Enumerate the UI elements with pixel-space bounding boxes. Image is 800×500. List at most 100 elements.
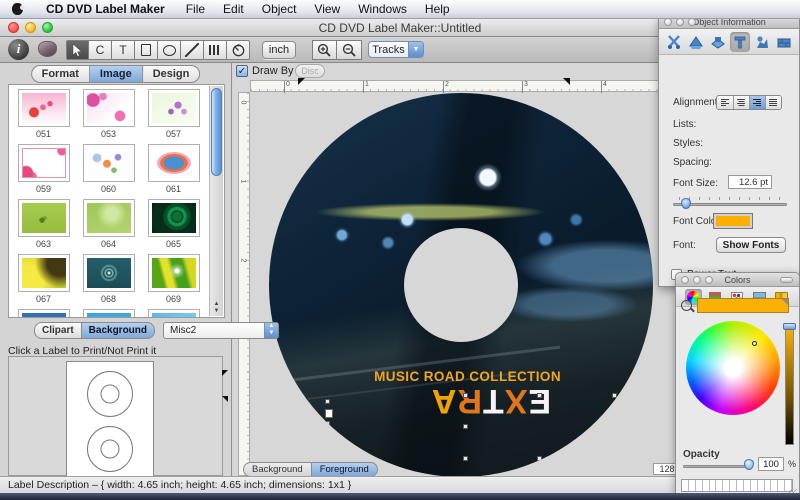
- align-left-button[interactable]: [717, 96, 733, 109]
- align-right-button[interactable]: [749, 96, 765, 109]
- menu-object[interactable]: Object: [253, 0, 306, 18]
- menu-file[interactable]: File: [177, 0, 214, 18]
- ruler-marker-right[interactable]: [563, 78, 570, 85]
- anchor-box[interactable]: [325, 409, 333, 418]
- thumbnail-item[interactable]: 064: [79, 199, 139, 254]
- layer-tab-foreground[interactable]: Foreground: [312, 462, 378, 476]
- opacity-slider[interactable]: [683, 465, 751, 468]
- wall-tool-icon[interactable]: [774, 32, 794, 52]
- panel-close-button[interactable]: [681, 276, 689, 284]
- tab-design[interactable]: Design: [143, 65, 201, 83]
- thumbnail-image-053[interactable]: [83, 89, 135, 127]
- thumbnail-image-067[interactable]: [18, 254, 70, 292]
- thumbnail-item[interactable]: 063: [14, 199, 74, 254]
- scrollbar-arrows[interactable]: ▲▼: [210, 301, 223, 315]
- label-disc-bottom[interactable]: [87, 426, 133, 472]
- thumbnail-image-061[interactable]: [148, 144, 200, 182]
- thumbnail-image-063[interactable]: [18, 199, 70, 237]
- menu-view[interactable]: View: [305, 0, 349, 18]
- close-button[interactable]: [8, 22, 19, 33]
- menu-edit[interactable]: Edit: [214, 0, 253, 18]
- thumbnail-image-060[interactable]: [83, 144, 135, 182]
- minimize-button[interactable]: [25, 22, 36, 33]
- info-icon[interactable]: i: [8, 39, 29, 60]
- cut-tool-icon[interactable]: [664, 32, 684, 52]
- disc-button[interactable]: Disc: [295, 64, 325, 78]
- font-size-field[interactable]: 12.6 pt: [728, 175, 772, 189]
- barcode-tool-button[interactable]: [204, 40, 227, 60]
- toolbar-toggle-button[interactable]: [780, 277, 793, 283]
- line-tool-button[interactable]: [181, 40, 204, 60]
- brightness-slider[interactable]: [785, 323, 794, 445]
- panel-title-bar[interactable]: Colors: [676, 273, 799, 287]
- current-color-bar[interactable]: [697, 298, 789, 313]
- thumbnail-item[interactable]: 060: [79, 144, 139, 199]
- effects-tool-icon[interactable]: [752, 32, 772, 52]
- thumbnail-image-051[interactable]: [18, 89, 70, 127]
- object-tool-icon[interactable]: [686, 32, 706, 52]
- tab-format[interactable]: Format: [31, 65, 90, 83]
- thumbnail-image-059[interactable]: [18, 144, 70, 182]
- align-center-button[interactable]: [733, 96, 749, 109]
- thumbnail-item[interactable]: 065: [144, 199, 204, 254]
- scrollbar-thumb[interactable]: [211, 88, 222, 176]
- label-sheet[interactable]: [66, 361, 154, 479]
- thumbnail-image-057[interactable]: [148, 89, 200, 127]
- panel-close-button[interactable]: [664, 18, 672, 26]
- thumbnail-image-069[interactable]: [148, 254, 200, 292]
- panel-minimize-button[interactable]: [693, 276, 701, 284]
- magnifier-icon[interactable]: [681, 300, 692, 311]
- zoom-window-button[interactable]: [42, 22, 53, 33]
- thumbnail-item[interactable]: 069: [144, 254, 204, 309]
- menu-windows[interactable]: Windows: [349, 0, 416, 18]
- thumbnail-item[interactable]: 068: [79, 254, 139, 309]
- color-wheel[interactable]: [686, 321, 780, 415]
- thumbnail-item[interactable]: 067: [14, 254, 74, 309]
- show-fonts-button[interactable]: Show Fonts: [716, 237, 786, 253]
- thumbnail-image[interactable]: [83, 309, 135, 318]
- zoom-out-button[interactable]: [337, 40, 362, 60]
- thumbnail-item[interactable]: [79, 309, 139, 318]
- thumbnail-image[interactable]: [18, 309, 70, 318]
- rectangle-tool-button[interactable]: [135, 40, 158, 60]
- font-size-slider[interactable]: [673, 197, 787, 207]
- thumbnail-image-065[interactable]: [148, 199, 200, 237]
- align-justify-button[interactable]: [765, 96, 781, 109]
- font-color-swatch[interactable]: [713, 213, 753, 229]
- thumbnail-image[interactable]: [148, 309, 200, 318]
- menu-help[interactable]: Help: [416, 0, 459, 18]
- color-swatch-strip[interactable]: [681, 479, 793, 492]
- theme-mask-icon[interactable]: [38, 41, 57, 57]
- selection-handle[interactable]: [325, 421, 330, 426]
- thumbnail-item[interactable]: [14, 309, 74, 318]
- tab-image[interactable]: Image: [90, 65, 143, 83]
- page-tool-icon[interactable]: [708, 32, 728, 52]
- brightness-slider-knob[interactable]: [783, 323, 796, 330]
- opacity-value-field[interactable]: 100: [758, 457, 784, 471]
- panel-zoom-button[interactable]: [688, 18, 696, 26]
- text-tool-button[interactable]: T: [112, 40, 135, 60]
- background-button[interactable]: Background: [82, 322, 155, 339]
- selection-handle[interactable]: [612, 456, 617, 461]
- thumbnail-image-064[interactable]: [83, 199, 135, 237]
- apple-menu-icon[interactable]: [12, 3, 23, 15]
- selection-handle[interactable]: [314, 429, 319, 434]
- ruler-marker-left[interactable]: [298, 78, 305, 85]
- panel-minimize-button[interactable]: [676, 18, 684, 26]
- slider-knob[interactable]: [681, 198, 691, 209]
- thumbnail-image-068[interactable]: [83, 254, 135, 292]
- collection-select[interactable]: Misc2 ▲▼: [163, 322, 279, 339]
- selection-handle[interactable]: [463, 424, 468, 429]
- clipart-button[interactable]: Clipart: [34, 322, 82, 339]
- layer-tab-background[interactable]: Background: [243, 462, 312, 476]
- color-wheel-selector[interactable]: [752, 341, 757, 346]
- thumbnail-item[interactable]: 051: [14, 89, 74, 144]
- thumbnail-item[interactable]: 059: [14, 144, 74, 199]
- unit-inch-button[interactable]: inch: [262, 41, 296, 59]
- thumbnail-item[interactable]: [144, 309, 204, 318]
- selection-handle[interactable]: [612, 424, 617, 429]
- arc-text-tool-button[interactable]: C: [89, 40, 112, 60]
- text-format-icon[interactable]: [730, 32, 750, 52]
- opacity-slider-knob[interactable]: [744, 459, 754, 470]
- dial-tool-button[interactable]: [227, 40, 250, 60]
